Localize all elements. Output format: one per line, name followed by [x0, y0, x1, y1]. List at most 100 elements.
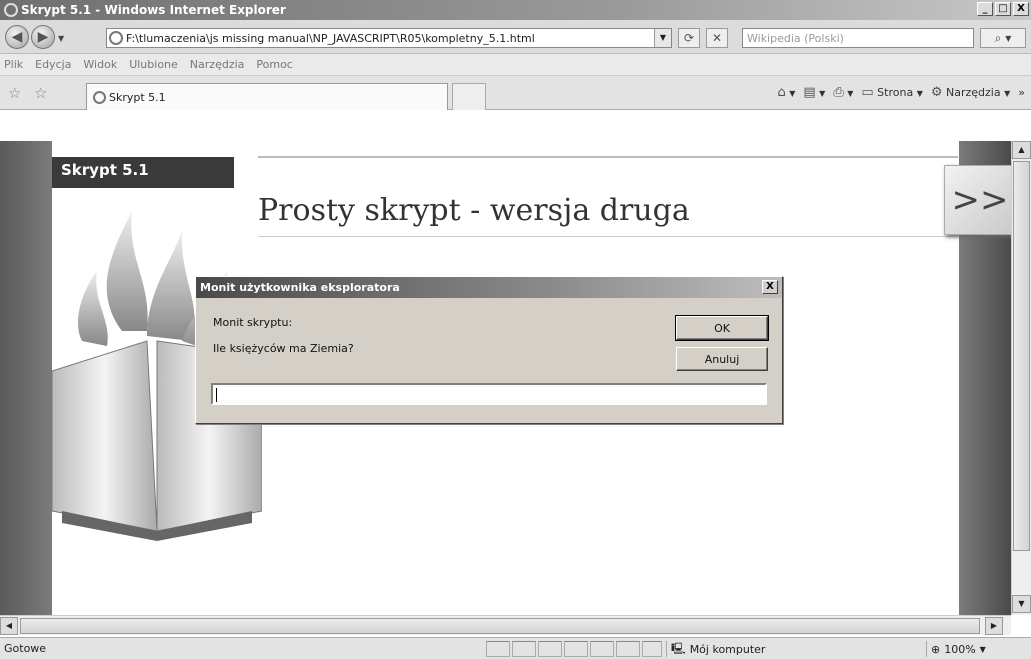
- maximize-button[interactable]: □: [995, 2, 1011, 16]
- tab-skrypt[interactable]: Skrypt 5.1: [86, 83, 448, 110]
- home-icon: ⌂: [777, 85, 786, 100]
- back-arrow-icon: ◀: [11, 29, 23, 45]
- menu-item-plik[interactable]: Plik: [4, 58, 23, 71]
- home-button[interactable]: ⌂ ▼: [777, 85, 795, 100]
- print-button[interactable]: ⎙ ▼: [833, 85, 853, 100]
- stop-button[interactable]: ✕: [706, 28, 728, 48]
- tools-menu-button[interactable]: ⚙ Narzędzia ▼: [931, 85, 1010, 100]
- menu-bar: Plik Edycja Widok Ulubione Narzędzia Pom…: [0, 54, 1031, 76]
- menu-item-ulubione[interactable]: Ulubione: [129, 58, 178, 71]
- ie-logo-icon: [4, 3, 18, 17]
- prompt-input[interactable]: [211, 383, 767, 405]
- print-dropdown-icon: ▼: [847, 89, 854, 98]
- security-zone[interactable]: 🖳 Mój komputer: [666, 641, 886, 657]
- status-segment: [486, 641, 510, 657]
- feeds-dropdown-icon: ▼: [819, 89, 826, 98]
- tab-page-icon: [93, 90, 106, 104]
- zoom-level: 100%: [944, 642, 976, 656]
- horizontal-scroll-thumb[interactable]: [20, 618, 980, 634]
- address-dropdown-icon[interactable]: ▼: [654, 29, 671, 47]
- status-segment: [590, 641, 614, 657]
- address-field[interactable]: F:\tlumaczenia\js missing manual\NP_JAVA…: [106, 28, 672, 48]
- menu-item-pomoc[interactable]: Pomoc: [256, 58, 292, 71]
- page-menu-label: Strona: [877, 86, 914, 99]
- menu-item-widok[interactable]: Widok: [83, 58, 117, 71]
- top-rule: [258, 156, 958, 158]
- title-underline: [258, 236, 958, 237]
- menu-item-narzedzia[interactable]: Narzędzia: [190, 58, 245, 71]
- next-chevron-icon: >>: [951, 180, 1009, 220]
- search-input[interactable]: Wikipedia (Polski): [742, 28, 974, 48]
- search-button[interactable]: ⌕ ▼: [980, 28, 1026, 48]
- dialog-body: Monit skryptu: Ile księżyców ma Ziemia? …: [196, 298, 782, 423]
- status-segment: [512, 641, 536, 657]
- zoom-dropdown-icon: ▼: [979, 644, 986, 654]
- text-cursor: [216, 387, 217, 402]
- status-segment: [564, 641, 588, 657]
- refresh-button[interactable]: ⟳: [678, 28, 700, 48]
- tools-dropdown-icon: ▼: [1004, 89, 1011, 98]
- scroll-left-icon[interactable]: ◀: [0, 617, 18, 635]
- command-bar: ⌂ ▼ ▤ ▼ ⎙ ▼ ▭ Strona ▼ ⚙ Narzędzia ▼ »: [777, 85, 1025, 100]
- new-tab-button[interactable]: [452, 83, 486, 110]
- left-decor-band: [0, 141, 52, 615]
- cancel-button[interactable]: Anuluj: [676, 347, 768, 371]
- next-page-button[interactable]: >>: [944, 165, 1011, 235]
- print-icon: ⎙: [833, 85, 844, 100]
- status-segment: [642, 641, 662, 657]
- refresh-icon: ⟳: [683, 31, 695, 45]
- prompt-dialog: Monit użytkownika eksploratora X Monit s…: [195, 276, 783, 424]
- feeds-button[interactable]: ▤ ▼: [803, 85, 825, 100]
- scroll-right-icon[interactable]: ▶: [985, 617, 1003, 635]
- window-title-bar[interactable]: Skrypt 5.1 - Windows Internet Explorer _…: [0, 0, 1031, 20]
- page-menu-icon: ▭: [861, 85, 874, 100]
- home-dropdown-icon: ▼: [789, 89, 796, 98]
- page-title: Prosty skrypt - wersja druga: [258, 193, 690, 228]
- address-url: F:\tlumaczenia\js missing manual\NP_JAVA…: [126, 31, 535, 45]
- back-button[interactable]: ◀: [5, 25, 29, 49]
- page-menu-button[interactable]: ▭ Strona ▼: [861, 85, 922, 100]
- status-bar: Gotowe 🖳 Mój komputer ⊕ 100% ▼: [0, 637, 1031, 659]
- favorites-star-icon[interactable]: ☆: [8, 84, 21, 102]
- gear-icon: ⚙: [930, 85, 943, 100]
- script-label: Skrypt 5.1: [52, 157, 234, 188]
- computer-icon: 🖳: [671, 641, 686, 655]
- search-icon: ⌕: [994, 30, 1002, 45]
- scroll-down-icon[interactable]: ▼: [1012, 595, 1031, 613]
- tab-bar: ☆ ☆ Skrypt 5.1 ⌂ ▼ ▤ ▼ ⎙ ▼ ▭ Strona ▼ ⚙ …: [0, 76, 1031, 110]
- vertical-scrollbar[interactable]: ▲ ▼: [1011, 141, 1031, 615]
- close-button[interactable]: X: [1013, 2, 1029, 16]
- horizontal-scrollbar[interactable]: ◀ ▶: [0, 615, 1011, 635]
- stop-icon: ✕: [711, 31, 723, 45]
- add-favorites-icon[interactable]: ☆: [34, 84, 47, 102]
- zoom-icon: ⊕: [931, 642, 941, 656]
- page-dropdown-icon: ▼: [916, 89, 923, 98]
- zone-label: Mój komputer: [689, 642, 766, 656]
- status-segment: [538, 641, 562, 657]
- forward-button[interactable]: ▶: [31, 25, 55, 49]
- dialog-title-bar[interactable]: Monit użytkownika eksploratora X: [196, 277, 782, 298]
- tools-menu-label: Narzędzia: [946, 86, 1001, 99]
- minimize-button[interactable]: _: [977, 2, 993, 16]
- dialog-title: Monit użytkownika eksploratora: [200, 281, 400, 294]
- page-icon: [109, 31, 123, 45]
- zoom-control[interactable]: ⊕ 100% ▼: [926, 641, 986, 657]
- status-segment: [616, 641, 640, 657]
- ok-button[interactable]: OK: [675, 315, 769, 341]
- forward-arrow-icon: ▶: [37, 29, 49, 45]
- dialog-close-button[interactable]: X: [762, 280, 778, 294]
- search-placeholder: Wikipedia (Polski): [747, 31, 844, 45]
- prompt-caption: Monit skryptu:: [213, 316, 293, 329]
- menu-item-edycja[interactable]: Edycja: [35, 58, 71, 71]
- tab-label: Skrypt 5.1: [109, 90, 166, 104]
- recent-pages-dropdown-icon[interactable]: ▼: [58, 34, 64, 43]
- address-toolbar: ◀ ▶ ▼ F:\tlumaczenia\js missing manual\N…: [0, 20, 1031, 54]
- vertical-scroll-thumb[interactable]: [1013, 161, 1030, 551]
- scroll-up-icon[interactable]: ▲: [1012, 141, 1031, 159]
- more-commands-button[interactable]: »: [1018, 86, 1025, 99]
- window-title: Skrypt 5.1 - Windows Internet Explorer: [21, 3, 286, 17]
- feeds-icon: ▤: [803, 85, 816, 100]
- prompt-question: Ile księżyców ma Ziemia?: [213, 342, 354, 355]
- status-text: Gotowe: [4, 642, 47, 655]
- window-controls: _ □ X: [977, 2, 1029, 16]
